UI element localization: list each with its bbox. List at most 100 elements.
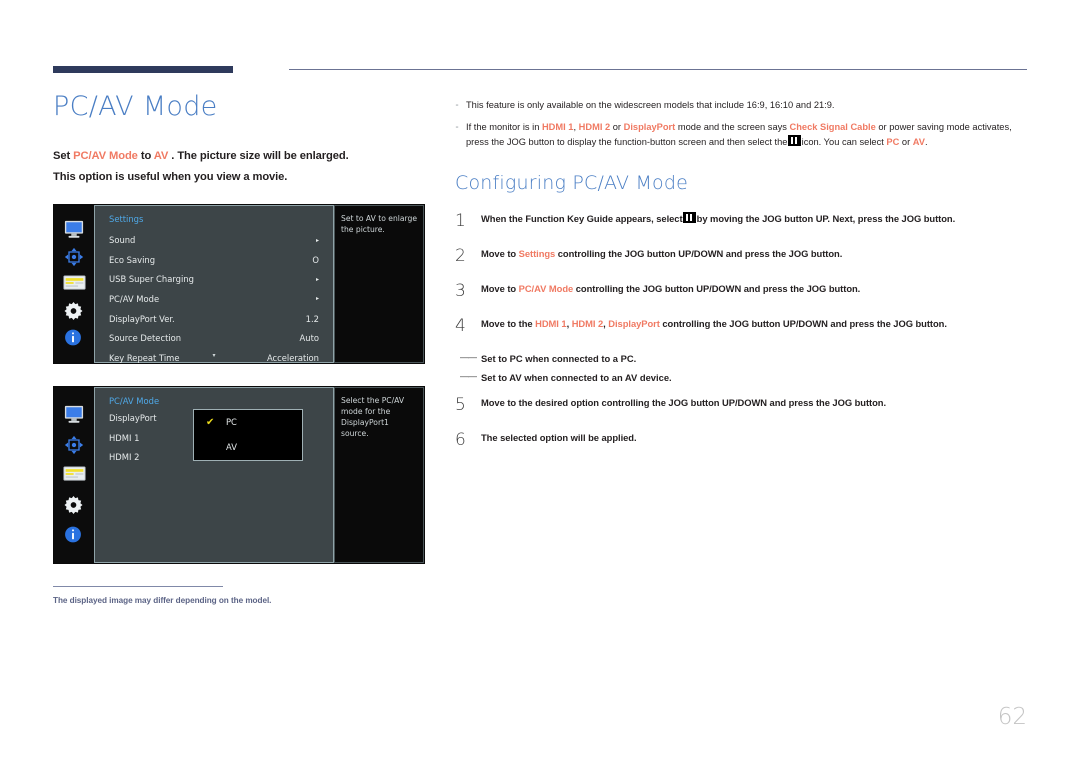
function-menu-icon	[788, 135, 802, 147]
text-run: .	[925, 137, 928, 148]
dropdown-option-label: PC	[226, 417, 237, 428]
step-text: Move to the HDMI 1, HDMI 2, DisplayPort …	[481, 317, 1030, 331]
osd-row-value: Auto	[299, 333, 319, 344]
step-text: Move to PC/AV Mode controlling the JOG b…	[481, 282, 1030, 296]
accent-term: DisplayPort	[623, 122, 676, 133]
intro-line-2: This option is useful when you view a mo…	[53, 171, 288, 184]
osd-row-eco-saving[interactable]: Eco Saving O	[95, 250, 333, 270]
gear-icon	[63, 495, 85, 515]
onscreen-display-icon	[63, 274, 86, 294]
accent-term: Settings	[518, 248, 556, 260]
onscreen-display-icon	[63, 465, 86, 485]
info-icon	[63, 525, 85, 545]
info-icon	[63, 328, 85, 348]
sub-note-marker-icon: ――	[460, 371, 477, 382]
osd-row-value: ▸	[315, 236, 319, 244]
accent-term: HDMI 1	[535, 318, 567, 330]
osd-row-label: DisplayPort Ver.	[109, 313, 175, 324]
step-item: 1 When the Function Key Guide appears, se…	[455, 212, 1030, 230]
step-text: When the Function Key Guide appears, sel…	[481, 212, 1030, 226]
osd-sidebar-settings	[54, 205, 94, 364]
step-item: 4 Move to the HDMI 1, HDMI 2, DisplayPort…	[455, 317, 1030, 335]
accent-term: DisplayPort	[608, 318, 660, 330]
step-text: The selected option will be applied.	[481, 431, 1030, 445]
osd-row-source-detection[interactable]: Source Detection Auto	[95, 328, 333, 348]
header-rule-accent	[53, 66, 233, 73]
monitor-icon	[63, 405, 85, 425]
sub-note-item: ―― Set to PC when connected to a PC.	[455, 352, 1030, 366]
step-item: 3 Move to PC/AV Mode controlling the JOG …	[455, 282, 1030, 300]
osd-row-value: ▸	[315, 275, 319, 283]
osd-screenshot-settings: Settings Sound ▸ Eco Saving O USB Super …	[53, 204, 425, 365]
text-run: Move to the desired option controlling t…	[481, 397, 887, 409]
accent-term: HDMI 2	[578, 122, 611, 133]
note-item: ⁃ If the monitor is in HDMI 1, HDMI 2 or …	[455, 120, 1030, 150]
text-run: This feature is only available on the wi…	[466, 100, 835, 110]
text-run: If the monitor is in	[466, 122, 542, 133]
step-number: 5	[455, 395, 466, 416]
intro-line-1: Set PC/AV Mode to AV . The picture size …	[53, 148, 433, 165]
page-number: 62	[997, 704, 1027, 730]
bullet-icon: ⁃	[455, 123, 459, 133]
osd-menu-settings: Settings Sound ▸ Eco Saving O USB Super …	[94, 205, 334, 364]
text-run: icon. You can select	[799, 137, 887, 148]
accent-term: HDMI 2	[571, 318, 604, 330]
osd-screenshot-pcav-mode: PC/AV Mode DisplayPort HDMI 1 HDMI 2 ✔ P…	[53, 386, 425, 565]
osd-row-label: PC/AV Mode	[109, 293, 160, 304]
step-number: 2	[455, 246, 466, 267]
text-run: controlling the JOG button UP/DOWN and p…	[573, 283, 861, 295]
text-run: mode and the screen says	[675, 122, 790, 133]
osd-description-panel: Select the PC/AV mode for the DisplayPor…	[334, 387, 424, 564]
footnote-rule	[53, 586, 223, 588]
step-item: 2 Move to Settings controlling the JOG bu…	[455, 247, 1030, 265]
text-run: or	[610, 122, 624, 133]
note-item: ⁃ This feature is only available on the w…	[455, 98, 1030, 113]
step-item: 5 Move to the desired option controlling …	[455, 396, 1030, 414]
text-run: or	[899, 137, 913, 148]
dropdown-option-pc[interactable]: ✔ PC	[194, 410, 302, 435]
footnote-text: The displayed image may differ depending…	[53, 596, 272, 606]
intro-to-label: to	[137, 149, 154, 162]
osd-menu-heading: Settings	[109, 214, 144, 225]
step-number: 6	[455, 430, 466, 451]
monitor-icon	[63, 220, 85, 240]
accent-term: PC/AV Mode	[518, 283, 574, 295]
page-title: PC/AV Mode	[53, 91, 218, 122]
osd-row-sound[interactable]: Sound ▸	[95, 230, 333, 250]
note-text: This feature is only available on the wi…	[466, 98, 1030, 113]
accent-term: HDMI 1	[541, 122, 574, 133]
step-item: 6 The selected option will be applied.	[455, 431, 1030, 449]
step-text: Move to the desired option controlling t…	[481, 396, 1030, 410]
text-run: The selected option will be applied.	[481, 432, 637, 444]
header-rules	[53, 66, 1027, 76]
osd-row-displayport-ver[interactable]: DisplayPort Ver. 1.2	[95, 309, 333, 329]
osd-row-pc-av-mode[interactable]: PC/AV Mode ▸	[95, 289, 333, 309]
bullet-icon: ⁃	[455, 101, 459, 110]
section-heading: Configuring PC/AV Mode	[455, 172, 689, 195]
gear-icon	[63, 301, 85, 321]
accent-term: AV	[912, 137, 925, 148]
text-run: controlling the JOG button UP/DOWN and p…	[555, 248, 843, 260]
left-column: PC/AV Mode Set PC/AV Mode to AV . The pi…	[53, 92, 433, 605]
osd-row-value: O	[312, 254, 319, 265]
intro-av-term: AV	[153, 149, 169, 162]
check-icon: ✔	[206, 417, 215, 429]
osd-row-label: USB Super Charging	[109, 274, 194, 285]
intro-set-label: Set	[53, 149, 74, 162]
steps-list-tail: 5 Move to the desired option controlling …	[455, 396, 1030, 449]
right-column: ⁃ This feature is only available on the w…	[455, 98, 1030, 466]
step-number: 4	[455, 316, 466, 337]
directional-pad-icon	[63, 247, 85, 267]
intro-pcav-term: PC/AV Mode	[73, 149, 138, 162]
chevron-down-icon[interactable]: ▾	[95, 352, 333, 359]
dropdown-option-av[interactable]: AV	[194, 435, 302, 460]
osd-row-label: Source Detection	[109, 333, 182, 344]
osd-row-label: Sound	[109, 235, 136, 246]
text-run: Move to	[481, 248, 519, 260]
osd-row-label: Eco Saving	[109, 254, 156, 265]
osd-row-usb-super-charging[interactable]: USB Super Charging ▸	[95, 270, 333, 290]
pcav-mode-dropdown[interactable]: ✔ PC AV	[193, 409, 303, 462]
notes-list: ⁃ This feature is only available on the w…	[455, 98, 1030, 150]
step-number: 3	[455, 281, 466, 302]
osd-menu-pcav: PC/AV Mode DisplayPort HDMI 1 HDMI 2 ✔ P…	[94, 387, 334, 564]
